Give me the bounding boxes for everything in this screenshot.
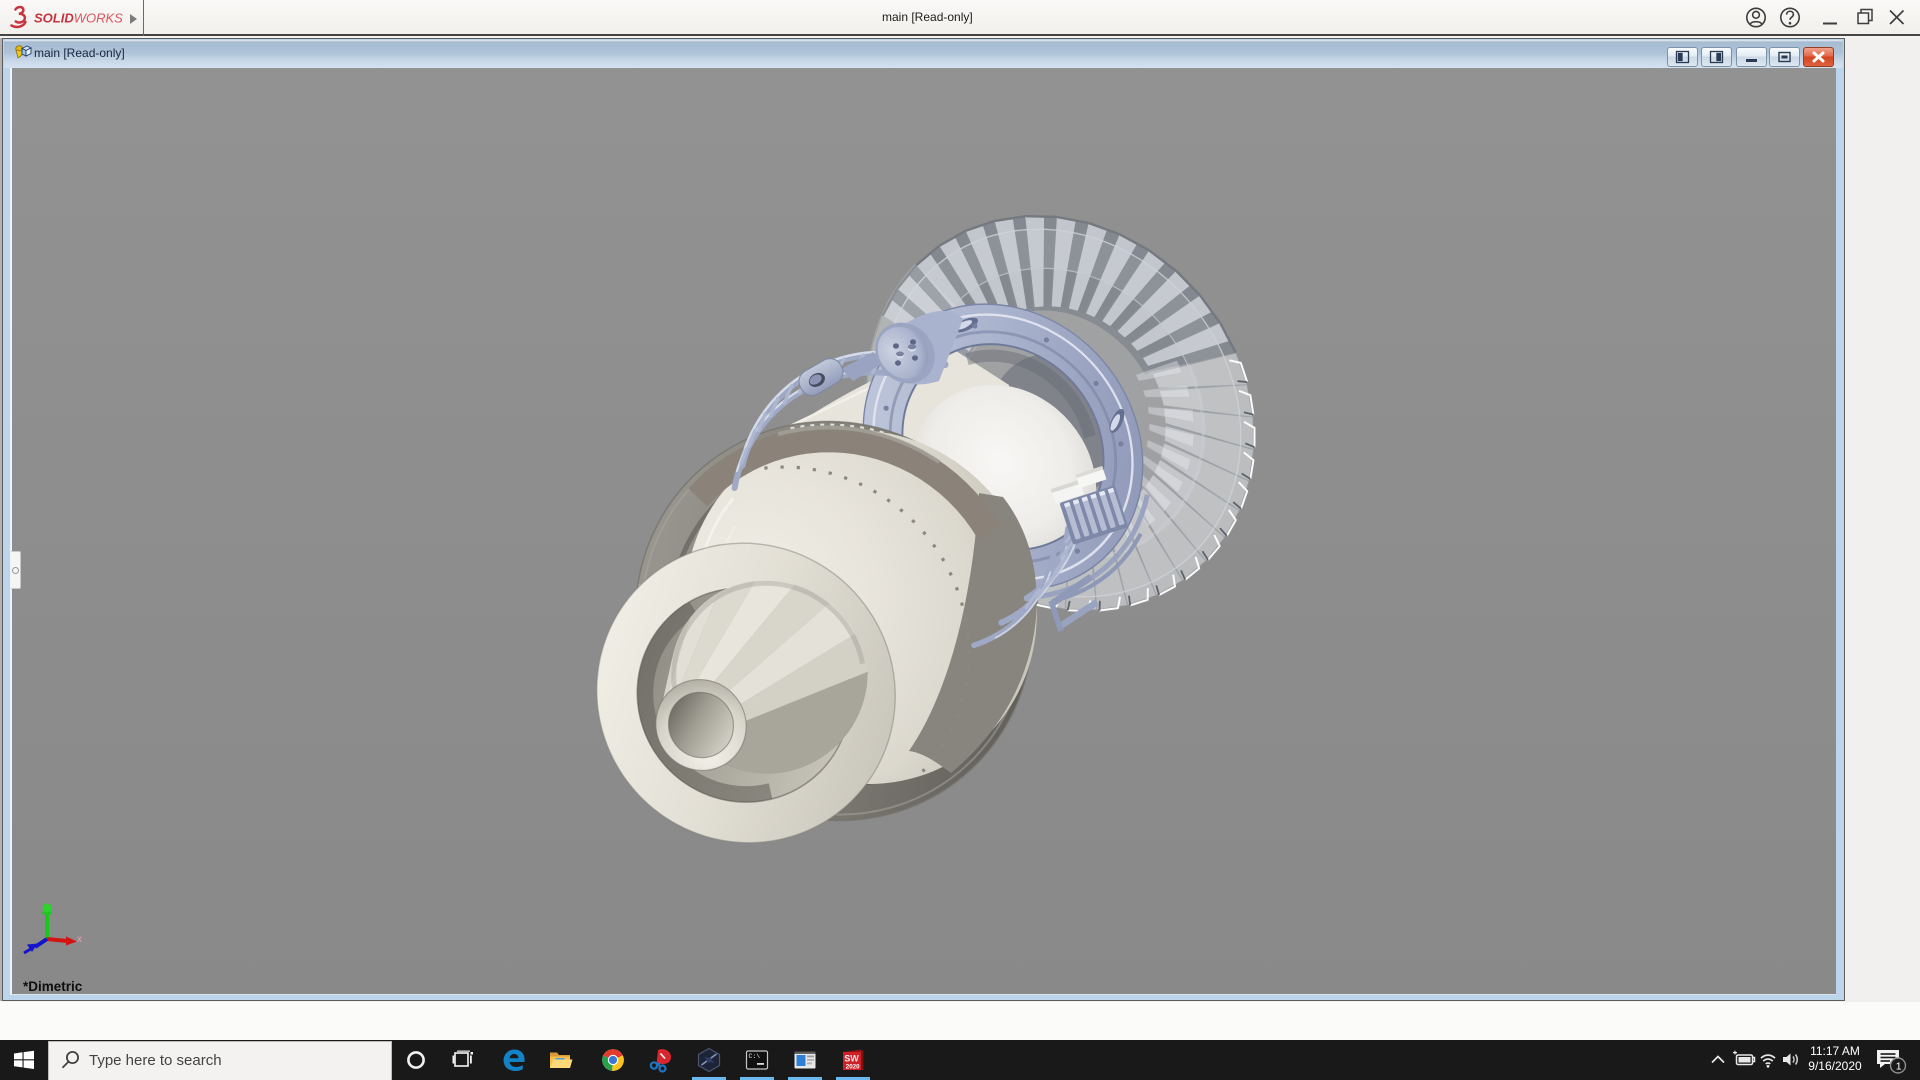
svg-text:SW: SW bbox=[844, 1054, 859, 1064]
svg-text:SOLIDWORKS: SOLIDWORKS bbox=[34, 11, 123, 26]
svg-text:*Dimetric: *Dimetric bbox=[23, 979, 83, 994]
svg-text:x: x bbox=[77, 934, 82, 945]
svg-text:2020: 2020 bbox=[846, 1064, 860, 1071]
svg-text:1: 1 bbox=[1896, 1060, 1902, 1072]
svg-text:C:\: C:\ bbox=[749, 1053, 761, 1060]
